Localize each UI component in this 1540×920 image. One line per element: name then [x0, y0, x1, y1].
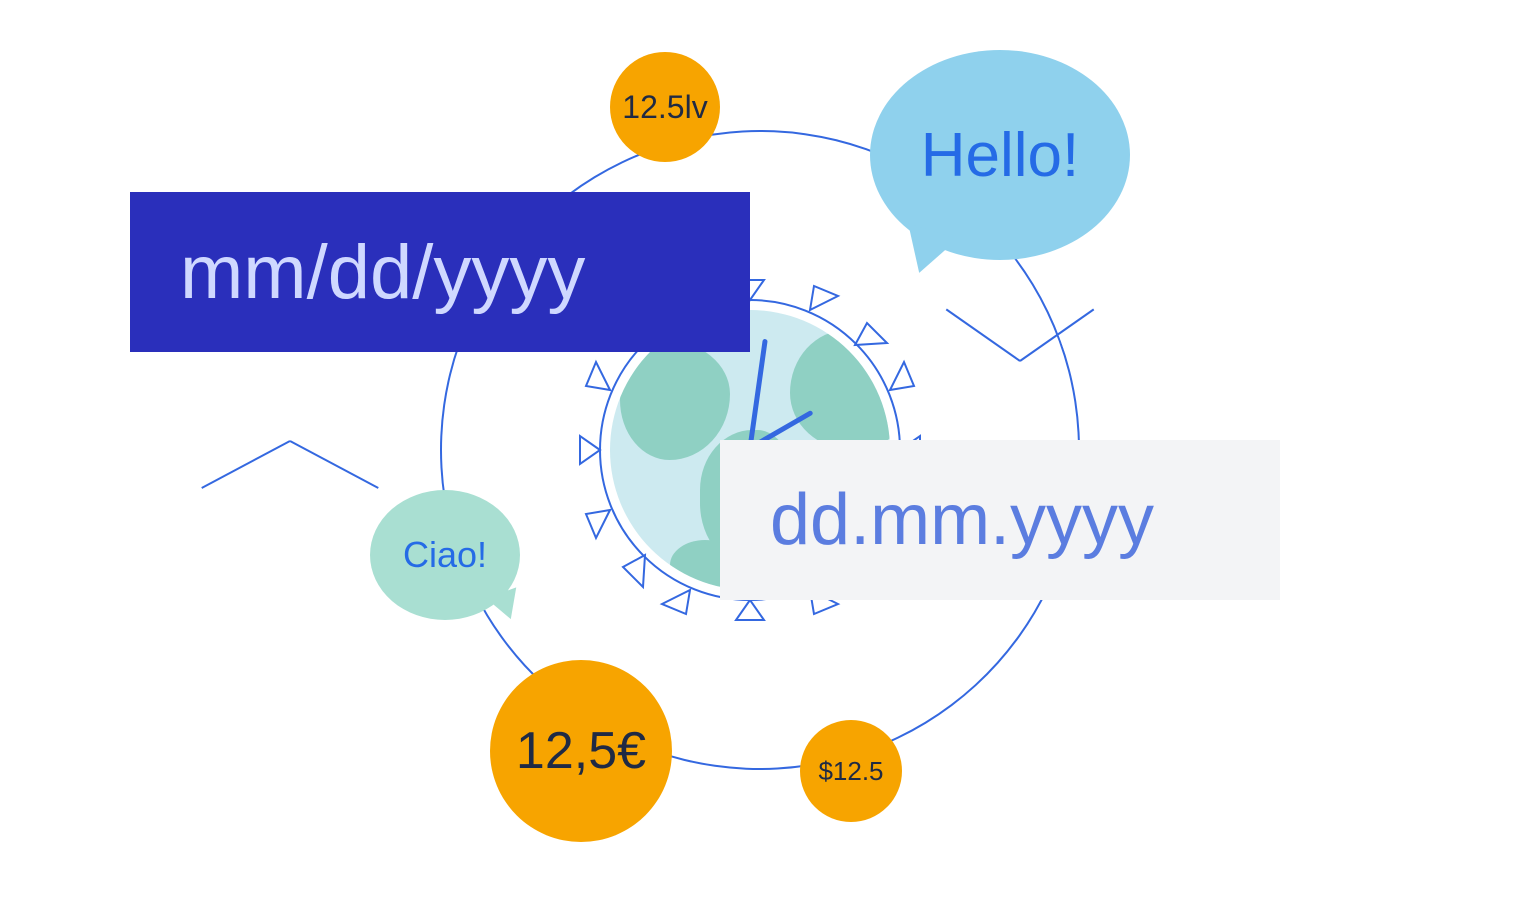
currency-lev: 12.5lv [610, 52, 720, 162]
date-format-us-box: mm/dd/yyyy [130, 192, 750, 352]
date-format-eu-label: dd.mm.yyyy [770, 479, 1154, 561]
currency-euro-label: 12,5€ [516, 721, 646, 781]
date-format-eu-box: dd.mm.yyyy [720, 440, 1280, 600]
currency-euro: 12,5€ [490, 660, 672, 842]
localization-diagram: 12.5lv Hello! mm/dd/yyyy dd.mm.yyyy Ciao… [0, 0, 1540, 920]
currency-usd: $12.5 [800, 720, 902, 822]
currency-usd-label: $12.5 [818, 756, 883, 787]
greeting-italian-label: Ciao! [403, 534, 487, 576]
greeting-english-label: Hello! [921, 120, 1080, 191]
currency-lev-label: 12.5lv [622, 89, 707, 126]
date-format-us-label: mm/dd/yyyy [180, 229, 585, 316]
